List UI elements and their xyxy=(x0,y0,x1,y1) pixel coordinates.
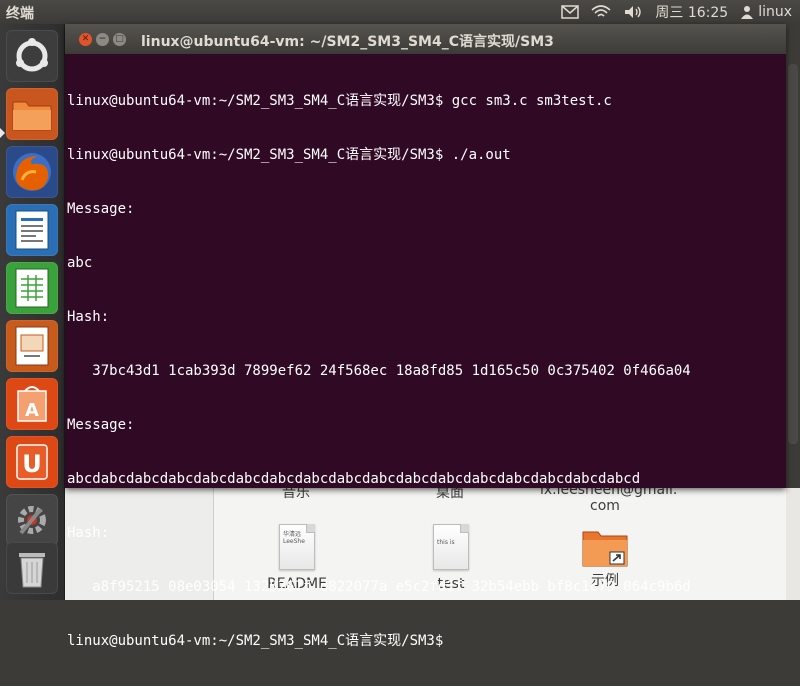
mail-icon[interactable] xyxy=(561,5,580,19)
firefox-icon[interactable] xyxy=(6,146,58,198)
active-app-arrow xyxy=(0,128,5,138)
ubuntu-one-icon[interactable]: U xyxy=(6,436,58,488)
svg-text:A: A xyxy=(25,400,39,421)
trash-icon[interactable] xyxy=(6,542,58,594)
file-manager-scrollbar[interactable] xyxy=(786,488,800,600)
terminal-line: Message: xyxy=(67,417,135,433)
terminal-line: a8f95215 08e03054 1325267f d822077a e5c2… xyxy=(67,579,691,595)
active-app-title: 终端 xyxy=(6,6,34,22)
minimize-icon[interactable]: − xyxy=(96,33,109,46)
clock[interactable]: 周三 16:25 xyxy=(655,2,728,22)
wifi-icon[interactable] xyxy=(591,5,611,19)
terminal-output[interactable]: linux@ubuntu64-vm:~/SM2_SM3_SM4_C语言实现/SM… xyxy=(67,56,784,649)
maximize-icon[interactable]: □ xyxy=(113,33,126,46)
indicator-area: 周三 16:25 linux xyxy=(561,0,792,24)
top-panel: 终端 周三 16:25 linux xyxy=(0,0,800,24)
terminal-line: Hash: xyxy=(67,309,110,325)
impress-icon[interactable] xyxy=(6,320,58,372)
volume-icon[interactable] xyxy=(623,5,643,19)
user-icon xyxy=(740,5,754,19)
close-icon[interactable]: ✕ xyxy=(79,33,92,46)
launcher: A U xyxy=(0,24,65,600)
user-name: linux xyxy=(758,4,792,20)
terminal-line: abc xyxy=(67,255,93,271)
writer-icon[interactable] xyxy=(6,204,58,256)
terminal-window[interactable]: ✕ − □ linux@ubuntu64-vm: ~/SM2_SM3_SM4_C… xyxy=(65,24,786,649)
background-window-edge xyxy=(786,24,800,488)
terminal-line: 37bc43d1 1cab393d 7899ef62 24f568ec 18a8… xyxy=(67,363,691,379)
software-center-icon[interactable]: A xyxy=(6,378,58,430)
terminal-line: linux@ubuntu64-vm:~/SM2_SM3_SM4_C语言实现/SM… xyxy=(67,93,612,109)
svg-text:U: U xyxy=(22,450,42,478)
terminal-line: Hash: xyxy=(67,525,110,541)
terminal-line: abcdabcdabcdabcdabcdabcdabcdabcdabcdabcd… xyxy=(67,471,641,487)
terminal-titlebar[interactable]: ✕ − □ linux@ubuntu64-vm: ~/SM2_SM3_SM4_C… xyxy=(65,24,786,54)
files-icon[interactable] xyxy=(6,88,58,140)
user-menu[interactable]: linux xyxy=(740,4,792,20)
ubuntu-dash-icon[interactable] xyxy=(6,30,58,82)
terminal-title: linux@ubuntu64-vm: ~/SM2_SM3_SM4_C语言实现/S… xyxy=(141,34,554,50)
terminal-line: linux@ubuntu64-vm:~/SM2_SM3_SM4_C语言实现/SM… xyxy=(67,147,511,163)
calc-icon[interactable] xyxy=(6,262,58,314)
terminal-line: Message: xyxy=(67,201,135,217)
terminal-prompt-line[interactable]: linux@ubuntu64-vm:~/SM2_SM3_SM4_C语言实现/SM… xyxy=(67,632,784,650)
settings-icon[interactable] xyxy=(6,494,58,546)
